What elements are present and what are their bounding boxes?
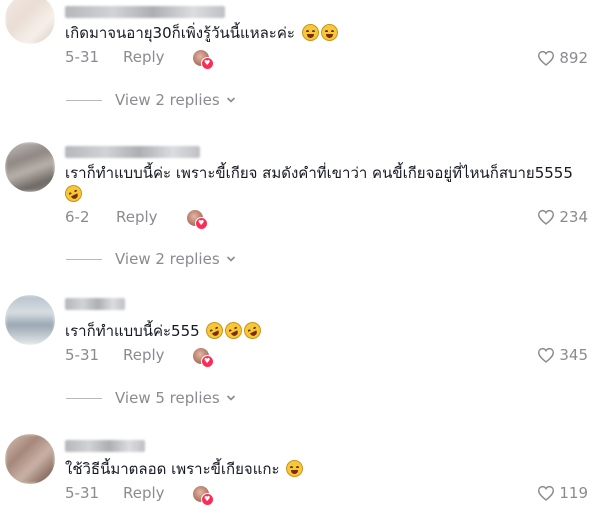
- grinning-sweat-emoji: [286, 460, 304, 477]
- like-button[interactable]: 119: [537, 484, 588, 502]
- view-replies-label: View 2 replies: [115, 250, 220, 268]
- comment-item: เกิดมาจนอายุ30ก็เพิ่งรู้วันนี้แหละค่ะ 5-…: [0, 0, 600, 109]
- view-replies-button[interactable]: View 5 replies: [66, 389, 236, 407]
- comment-date: 6-2: [65, 208, 90, 226]
- comment-text-content: เราก็ทำแบบนี้ค่ะ เพราะขี้เกียจ สมดังคำที…: [65, 164, 573, 182]
- divider-line: [66, 99, 102, 101]
- comment-item: เราก็ทำแบบนี้ค่ะ555 5-31 Reply 345 View …: [0, 294, 600, 414]
- like-button[interactable]: 234: [537, 208, 588, 226]
- heart-outline-icon: [538, 50, 555, 66]
- comment-text: เราก็ทำแบบนี้ค่ะ555: [65, 319, 265, 342]
- creator-liked-badge-icon: [193, 348, 214, 368]
- reply-button[interactable]: Reply: [123, 346, 165, 364]
- username-blurred[interactable]: [65, 6, 225, 18]
- like-count: 234: [559, 208, 588, 226]
- like-button[interactable]: 892: [537, 49, 588, 67]
- avatar[interactable]: [5, 0, 55, 44]
- comment-text-content: เกิดมาจนอายุ30ก็เพิ่งรู้วันนี้แหละค่ะ: [65, 24, 295, 42]
- view-replies-button[interactable]: View 2 replies: [66, 91, 236, 109]
- reply-button[interactable]: Reply: [123, 484, 165, 502]
- like-count: 119: [559, 484, 588, 502]
- like-button[interactable]: 345: [537, 346, 588, 364]
- creator-liked-badge-icon: [193, 50, 214, 70]
- chevron-down-icon: [226, 97, 235, 103]
- chevron-down-icon: [226, 395, 235, 401]
- comment-text: เกิดมาจนอายุ30ก็เพิ่งรู้วันนี้แหละค่ะ: [65, 22, 338, 44]
- comment-meta: 6-2 Reply: [65, 208, 158, 226]
- view-replies-label: View 5 replies: [115, 389, 220, 407]
- creator-liked-badge-icon: [193, 486, 214, 506]
- like-count: 345: [559, 346, 588, 364]
- comment-meta: 5-31 Reply: [65, 484, 165, 502]
- comment-text: เราก็ทำแบบนี้ค่ะ เพราะขี้เกียจ สมดังคำที…: [65, 162, 573, 184]
- divider-line: [66, 258, 102, 260]
- comment-text-content: เราก็ทำแบบนี้ค่ะ555: [65, 322, 200, 340]
- username-blurred[interactable]: [65, 146, 200, 158]
- view-replies-label: View 2 replies: [115, 91, 220, 109]
- comment-item: เราก็ทำแบบนี้ค่ะ เพราะขี้เกียจ สมดังคำที…: [0, 138, 600, 268]
- comment-date: 5-31: [65, 48, 100, 66]
- comment-meta: 5-31 Reply: [65, 48, 165, 66]
- rolling-laughing-emoji: [62, 182, 85, 205]
- comment-text-line2: [62, 182, 85, 205]
- grinning-sweat-emoji: [301, 24, 319, 41]
- comment-text-content: ใช้วิธีนี้มาตลอด เพราะขี้เกียจแกะ: [65, 460, 280, 478]
- avatar[interactable]: [5, 434, 55, 484]
- rolling-laughing-emoji: [241, 319, 265, 342]
- avatar[interactable]: [5, 142, 55, 192]
- username-blurred[interactable]: [65, 440, 145, 452]
- reply-button[interactable]: Reply: [116, 208, 158, 226]
- like-count: 892: [559, 49, 588, 67]
- rolling-laughing-emoji: [203, 319, 227, 342]
- comment-text: ใช้วิธีนี้มาตลอด เพราะขี้เกียจแกะ: [65, 458, 304, 480]
- chevron-down-icon: [226, 256, 235, 262]
- heart-outline-icon: [538, 347, 555, 363]
- comment-item: ใช้วิธีนี้มาตลอด เพราะขี้เกียจแกะ 5-31 R…: [0, 432, 600, 521]
- heart-outline-icon: [538, 485, 555, 501]
- avatar[interactable]: [5, 295, 55, 345]
- comment-date: 5-31: [65, 346, 100, 364]
- divider-line: [66, 397, 102, 399]
- comment-date: 5-31: [65, 484, 100, 502]
- username-blurred[interactable]: [65, 298, 125, 310]
- grinning-sweat-emoji: [320, 24, 338, 41]
- view-replies-button[interactable]: View 2 replies: [66, 250, 236, 268]
- rolling-laughing-emoji: [222, 319, 246, 342]
- heart-outline-icon: [538, 209, 555, 225]
- creator-liked-badge-icon: [187, 210, 208, 230]
- comment-meta: 5-31 Reply: [65, 346, 165, 364]
- reply-button[interactable]: Reply: [123, 48, 165, 66]
